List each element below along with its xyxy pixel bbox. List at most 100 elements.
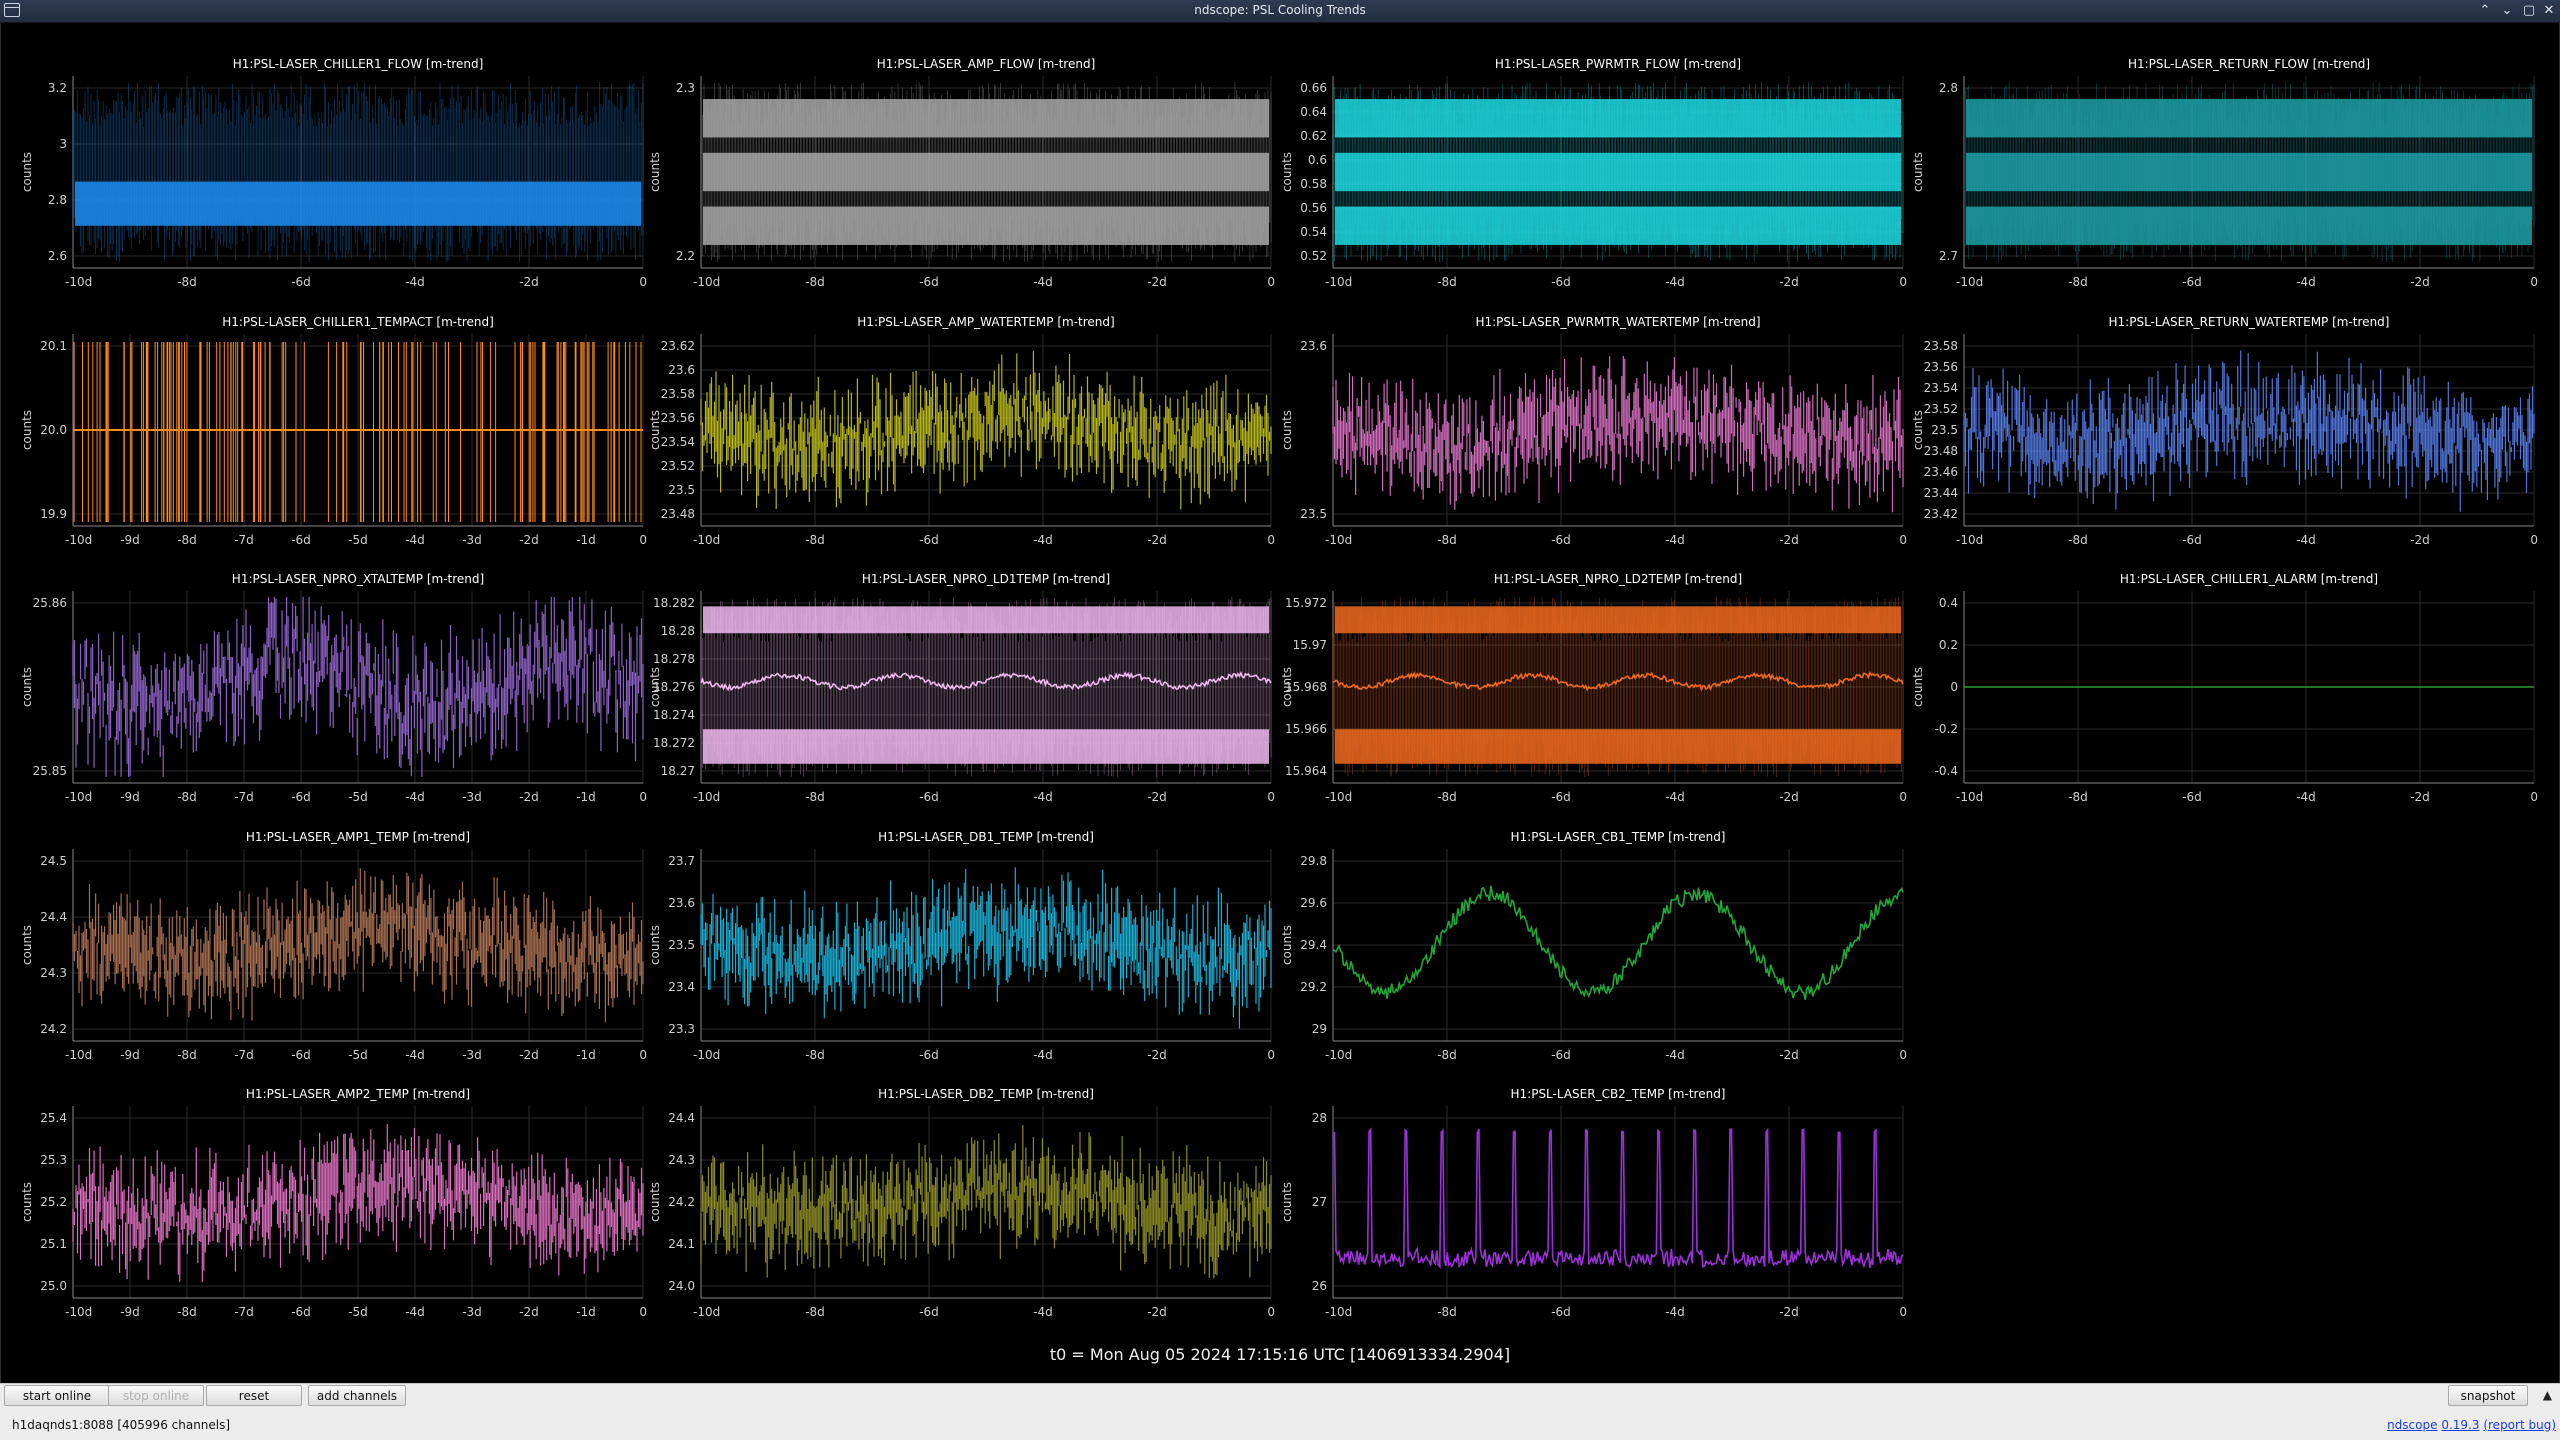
x-tick-label: -6d <box>1551 1305 1571 1319</box>
window-minimize-button[interactable]: ⌃ <box>2476 2 2494 20</box>
y-tick-label: 25.3 <box>40 1153 67 1167</box>
version-link[interactable]: 0.19.3 <box>2441 1418 2479 1432</box>
ndscope-link[interactable]: ndscope <box>2387 1418 2437 1432</box>
plot-h1-psl-laser-amp2-temp[interactable]: H1:PSL-LASER_AMP2_TEMP [m-trend] counts 25… <box>20 1087 647 1319</box>
x-tick-label: 0 <box>2530 275 2538 289</box>
plot-h1-psl-laser-npro-ld1temp[interactable]: H1:PSL-LASER_NPRO_LD1TEMP [m-trend]count… <box>648 572 1275 804</box>
x-tick-label: -10d <box>65 1048 92 1062</box>
x-tick-label: -4d <box>1033 275 1053 289</box>
y-tick-label: 15.97 <box>1293 638 1327 652</box>
y-tick-label: 25.0 <box>40 1279 67 1293</box>
x-tick-label: -10d <box>65 1305 92 1319</box>
plot-h1-psl-laser-return-watertemp[interactable]: H1:PSL-LASER_RETURN_WATERTEMP [m-trend]c… <box>1911 315 2538 547</box>
y-tick-label: 24.1 <box>668 1237 695 1251</box>
y-tick-label: 15.964 <box>1285 764 1327 778</box>
x-tick-label: -4d <box>1033 1305 1053 1319</box>
plot-h1-psl-laser-cb1-temp[interactable]: H1:PSL-LASER_CB1_TEMP [m-trend] counts 29.… <box>1280 830 1907 1062</box>
x-tick-label: -2d <box>519 275 539 289</box>
x-tick-label: -8d <box>1437 1305 1457 1319</box>
plot-h1-psl-laser-pwrmtr-flow[interactable]: H1:PSL-LASER_PWRMTR_FLOW [m-trend] counts… <box>1280 57 1907 289</box>
window-restore-button[interactable]: ▢ <box>2520 2 2538 20</box>
x-tick-label: -6d <box>291 1048 311 1062</box>
plot-title: H1:PSL-LASER_CHILLER1_ALARM [m-trend] <box>2120 572 2378 586</box>
x-tick-label: -10d <box>1325 790 1352 804</box>
x-tick-label: -4d <box>2296 275 2316 289</box>
y-tick-label: 2.2 <box>676 249 695 263</box>
x-tick-label: -2d <box>519 1305 539 1319</box>
y-tick-label: 25.85 <box>33 764 67 778</box>
y-axis-label: counts <box>648 925 662 965</box>
y-tick-label: 26 <box>1312 1279 1327 1293</box>
y-tick-label: 0.66 <box>1300 81 1327 95</box>
y-tick-label: 18.278 <box>653 652 695 666</box>
plot-title: H1:PSL-LASER_NPRO_LD2TEMP [m-trend] <box>1494 572 1742 586</box>
plot-title: H1:PSL-LASER_AMP_WATERTEMP [m-trend] <box>857 315 1114 329</box>
y-tick-label: 15.972 <box>1285 596 1327 610</box>
x-tick-label: -4d <box>1033 533 1053 547</box>
trace-spikes <box>72 82 644 262</box>
x-tick-label: -2d <box>1779 275 1799 289</box>
toolbar: start online stop online reset add chann… <box>0 1383 2560 1408</box>
plot-h1-psl-laser-chiller1-alarm[interactable]: H1:PSL-LASER_CHILLER1_ALARM [m-trend] cou… <box>1911 572 2538 804</box>
collapse-up-icon[interactable]: ▲ <box>2543 1388 2552 1402</box>
window-close-button[interactable]: ✕ <box>2540 2 2558 20</box>
y-tick-label: 23.42 <box>1924 507 1958 521</box>
x-tick-label: -10d <box>693 790 720 804</box>
stop-online-button[interactable]: stop online <box>108 1385 204 1406</box>
plot-h1-psl-laser-db1-temp[interactable]: H1:PSL-LASER_DB1_TEMP [m-trend] counts 23.… <box>648 830 1275 1062</box>
add-channels-button[interactable]: add channels <box>308 1385 406 1406</box>
start-online-button[interactable]: start online <box>4 1385 110 1406</box>
y-tick-label: 20.0 <box>40 423 67 437</box>
x-tick-label: -6d <box>919 1048 939 1062</box>
report-bug-link[interactable]: (report bug) <box>2483 1418 2556 1432</box>
reset-button[interactable]: reset <box>206 1385 302 1406</box>
x-tick-label: -6d <box>1551 533 1571 547</box>
x-tick-label: -10d <box>1956 790 1983 804</box>
x-tick-label: -10d <box>1956 275 1983 289</box>
plot-h1-psl-laser-chiller1-tempact[interactable]: H1:PSL-LASER_CHILLER1_TEMPACT [m-trend] c… <box>20 315 647 547</box>
plot-h1-psl-laser-db2-temp[interactable]: H1:PSL-LASER_DB2_TEMP [m-trend] counts 24.… <box>648 1087 1275 1319</box>
plot-h1-psl-laser-return-flow[interactable]: H1:PSL-LASER_RETURN_FLOW [m-trend] counts… <box>1911 57 2538 289</box>
plot-h1-psl-laser-npro-ld2temp[interactable]: H1:PSL-LASER_NPRO_LD2TEMP [m-trend]count… <box>1280 572 1907 804</box>
x-tick-label: -8d <box>177 790 197 804</box>
x-tick-label: 0 <box>1899 533 1907 547</box>
x-tick-label: -3d <box>462 1048 482 1062</box>
y-tick-label: 18.28 <box>661 624 695 638</box>
x-tick-label: -2d <box>1147 275 1167 289</box>
snapshot-button[interactable]: snapshot <box>2448 1385 2528 1406</box>
x-tick-label: -2d <box>519 1048 539 1062</box>
y-tick-label: 29.8 <box>1300 854 1327 868</box>
x-tick-label: -10d <box>65 790 92 804</box>
y-tick-label: 23.58 <box>1924 339 1958 353</box>
y-tick-label: -0.4 <box>1935 764 1958 778</box>
plot-h1-psl-laser-amp-watertemp[interactable]: H1:PSL-LASER_AMP_WATERTEMP [m-trend]coun… <box>648 315 1275 547</box>
x-tick-label: -6d <box>291 533 311 547</box>
x-tick-label: -4d <box>405 1305 425 1319</box>
y-axis-label: counts <box>20 152 34 192</box>
x-tick-label: -6d <box>919 275 939 289</box>
plot-title: H1:PSL-LASER_NPRO_XTALTEMP [m-trend] <box>232 572 484 586</box>
x-tick-label: 0 <box>639 790 647 804</box>
x-tick-label: -2d <box>1779 790 1799 804</box>
y-tick-label: 18.272 <box>653 736 695 750</box>
x-tick-label: -10d <box>1325 275 1352 289</box>
x-tick-label: -8d <box>805 790 825 804</box>
y-tick-label: 29.4 <box>1300 938 1327 952</box>
x-tick-label: -10d <box>1325 1048 1352 1062</box>
plot-h1-psl-laser-amp1-temp[interactable]: H1:PSL-LASER_AMP1_TEMP [m-trend] counts 24… <box>20 830 647 1062</box>
x-tick-label: -2d <box>2410 533 2430 547</box>
y-tick-label: 25.4 <box>40 1111 67 1125</box>
plot-h1-psl-laser-cb2-temp[interactable]: H1:PSL-LASER_CB2_TEMP [m-trend] counts 28 2… <box>1280 1087 1907 1319</box>
x-tick-label: -8d <box>177 275 197 289</box>
plot-h1-psl-laser-amp-flow[interactable]: H1:PSL-LASER_AMP_FLOW [m-trend] counts 2.3… <box>648 57 1275 289</box>
trace <box>1332 1127 1904 1269</box>
plot-h1-psl-laser-chiller1-flow[interactable]: H1:PSL-LASER_CHILLER1_FLOW [m-trend] coun… <box>20 57 647 289</box>
y-axis-label: counts <box>1280 152 1294 192</box>
y-tick-label: 29.2 <box>1300 980 1327 994</box>
server-status: h1daqnds1:8088 [405996 channels] <box>12 1418 231 1432</box>
plot-h1-psl-laser-pwrmtr-watertemp[interactable]: H1:PSL-LASER_PWRMTR_WATERTEMP [m-trend] c… <box>1280 315 1907 547</box>
x-tick-label: -3d <box>462 533 482 547</box>
window-maximize-button[interactable]: ⌄ <box>2498 2 2516 20</box>
y-tick-label: 23.6 <box>668 363 695 377</box>
plot-h1-psl-laser-npro-xtaltemp[interactable]: H1:PSL-LASER_NPRO_XTALTEMP [m-trend] coun… <box>20 572 647 804</box>
